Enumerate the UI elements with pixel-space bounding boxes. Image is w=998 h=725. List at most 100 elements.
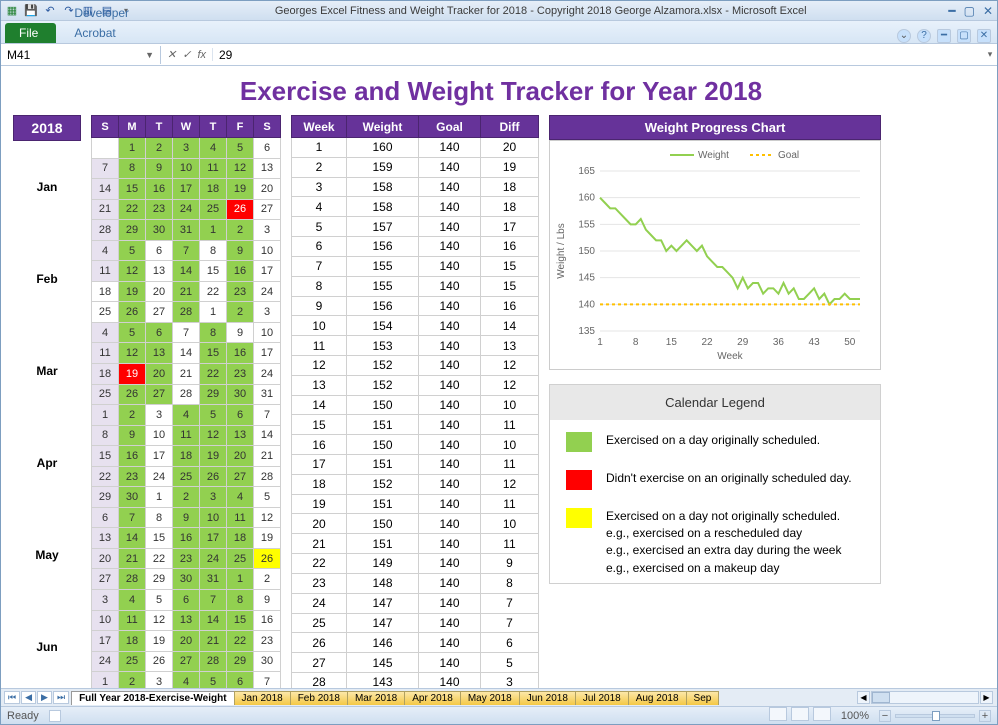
week-cell[interactable]: 7	[292, 256, 347, 276]
week-cell[interactable]: 149	[347, 554, 419, 574]
week-cell[interactable]: 10	[481, 514, 539, 534]
week-cell[interactable]: 19	[292, 494, 347, 514]
week-cell[interactable]: 140	[419, 474, 481, 494]
maximize-icon[interactable]: ▢	[964, 4, 975, 18]
week-cell[interactable]: 1	[292, 138, 347, 158]
week-cell[interactable]: 6	[481, 633, 539, 653]
week-cell[interactable]: 18	[481, 197, 539, 217]
cal-cell[interactable]	[92, 138, 119, 159]
cal-cell[interactable]: 15	[200, 261, 227, 282]
cal-cell[interactable]: 17	[146, 446, 173, 467]
cal-cell[interactable]: 26	[200, 466, 227, 487]
cal-cell[interactable]: 11	[227, 507, 254, 528]
cal-cell[interactable]: 5	[254, 487, 281, 508]
cal-cell[interactable]: 23	[119, 466, 146, 487]
week-cell[interactable]: 140	[419, 672, 481, 688]
cal-cell[interactable]: 24	[254, 364, 281, 385]
cal-cell[interactable]: 25	[119, 651, 146, 672]
cal-cell[interactable]: 14	[254, 425, 281, 446]
cal-cell[interactable]: 27	[92, 569, 119, 590]
formula-input[interactable]: 29	[213, 46, 983, 64]
cal-cell[interactable]: 15	[146, 528, 173, 549]
options-icon[interactable]: ⌄	[897, 29, 911, 43]
cal-cell[interactable]: 20	[92, 548, 119, 569]
cal-cell[interactable]: 12	[227, 158, 254, 179]
sheet-tab[interactable]: Jan 2018	[234, 691, 291, 705]
week-cell[interactable]: 8	[481, 573, 539, 593]
cal-cell[interactable]: 21	[254, 446, 281, 467]
enter-formula-icon[interactable]: ✓	[182, 48, 191, 61]
cal-cell[interactable]: 15	[119, 179, 146, 200]
week-cell[interactable]: 140	[419, 613, 481, 633]
cancel-formula-icon[interactable]: ✕	[167, 48, 176, 61]
week-cell[interactable]: 6	[292, 237, 347, 257]
cal-cell[interactable]: 1	[200, 220, 227, 241]
cal-cell[interactable]: 14	[173, 261, 200, 282]
cal-cell[interactable]: 5	[200, 672, 227, 688]
week-cell[interactable]: 140	[419, 415, 481, 435]
sheet-tab[interactable]: Feb 2018	[290, 691, 348, 705]
week-cell[interactable]: 140	[419, 554, 481, 574]
cal-cell[interactable]: 27	[227, 466, 254, 487]
week-cell[interactable]: 15	[292, 415, 347, 435]
cal-cell[interactable]: 18	[92, 364, 119, 385]
week-cell[interactable]: 22	[292, 554, 347, 574]
week-cell[interactable]: 155	[347, 256, 419, 276]
cal-cell[interactable]: 14	[92, 179, 119, 200]
cal-cell[interactable]: 21	[173, 281, 200, 302]
scroll-right-icon[interactable]: ▶	[980, 691, 993, 704]
week-cell[interactable]: 150	[347, 395, 419, 415]
cal-cell[interactable]: 24	[92, 651, 119, 672]
week-cell[interactable]: 12	[481, 474, 539, 494]
week-cell[interactable]: 12	[481, 375, 539, 395]
cal-cell[interactable]: 8	[119, 158, 146, 179]
week-cell[interactable]: 10	[481, 395, 539, 415]
cal-cell[interactable]: 28	[173, 384, 200, 405]
week-cell[interactable]: 158	[347, 177, 419, 197]
week-cell[interactable]: 10	[292, 316, 347, 336]
cal-cell[interactable]: 18	[119, 631, 146, 652]
week-cell[interactable]: 140	[419, 593, 481, 613]
cal-cell[interactable]: 19	[227, 179, 254, 200]
cal-cell[interactable]: 16	[119, 446, 146, 467]
cal-cell[interactable]: 3	[146, 405, 173, 426]
week-cell[interactable]: 151	[347, 455, 419, 475]
cal-cell[interactable]: 1	[119, 138, 146, 159]
cal-cell[interactable]: 9	[254, 590, 281, 611]
week-cell[interactable]: 11	[292, 336, 347, 356]
cal-cell[interactable]: 22	[92, 466, 119, 487]
save-icon[interactable]: 💾	[24, 4, 38, 18]
cal-cell[interactable]: 29	[92, 487, 119, 508]
week-cell[interactable]: 16	[292, 435, 347, 455]
cal-cell[interactable]: 17	[254, 261, 281, 282]
week-cell[interactable]: 5	[292, 217, 347, 237]
cal-cell[interactable]: 16	[227, 261, 254, 282]
week-cell[interactable]: 153	[347, 336, 419, 356]
cal-cell[interactable]: 27	[146, 302, 173, 323]
cal-cell[interactable]: 16	[227, 343, 254, 364]
cal-cell[interactable]: 2	[227, 302, 254, 323]
week-cell[interactable]: 14	[481, 316, 539, 336]
cal-cell[interactable]: 6	[227, 672, 254, 688]
cal-cell[interactable]: 26	[254, 548, 281, 569]
cal-cell[interactable]: 19	[119, 281, 146, 302]
week-cell[interactable]: 140	[419, 455, 481, 475]
cal-cell[interactable]: 11	[92, 261, 119, 282]
cal-cell[interactable]: 11	[200, 158, 227, 179]
week-cell[interactable]: 4	[292, 197, 347, 217]
cal-cell[interactable]: 24	[173, 199, 200, 220]
cal-cell[interactable]: 16	[146, 179, 173, 200]
week-cell[interactable]: 27	[292, 653, 347, 673]
week-cell[interactable]: 16	[481, 296, 539, 316]
cal-cell[interactable]: 5	[146, 590, 173, 611]
cal-cell[interactable]: 6	[173, 590, 200, 611]
cal-cell[interactable]: 4	[119, 590, 146, 611]
cal-cell[interactable]: 20	[227, 446, 254, 467]
cal-cell[interactable]: 10	[146, 425, 173, 446]
cal-cell[interactable]: 7	[200, 590, 227, 611]
cal-cell[interactable]: 12	[200, 425, 227, 446]
week-cell[interactable]: 18	[481, 177, 539, 197]
cal-cell[interactable]: 29	[146, 569, 173, 590]
cal-cell[interactable]: 3	[173, 138, 200, 159]
week-cell[interactable]: 154	[347, 316, 419, 336]
